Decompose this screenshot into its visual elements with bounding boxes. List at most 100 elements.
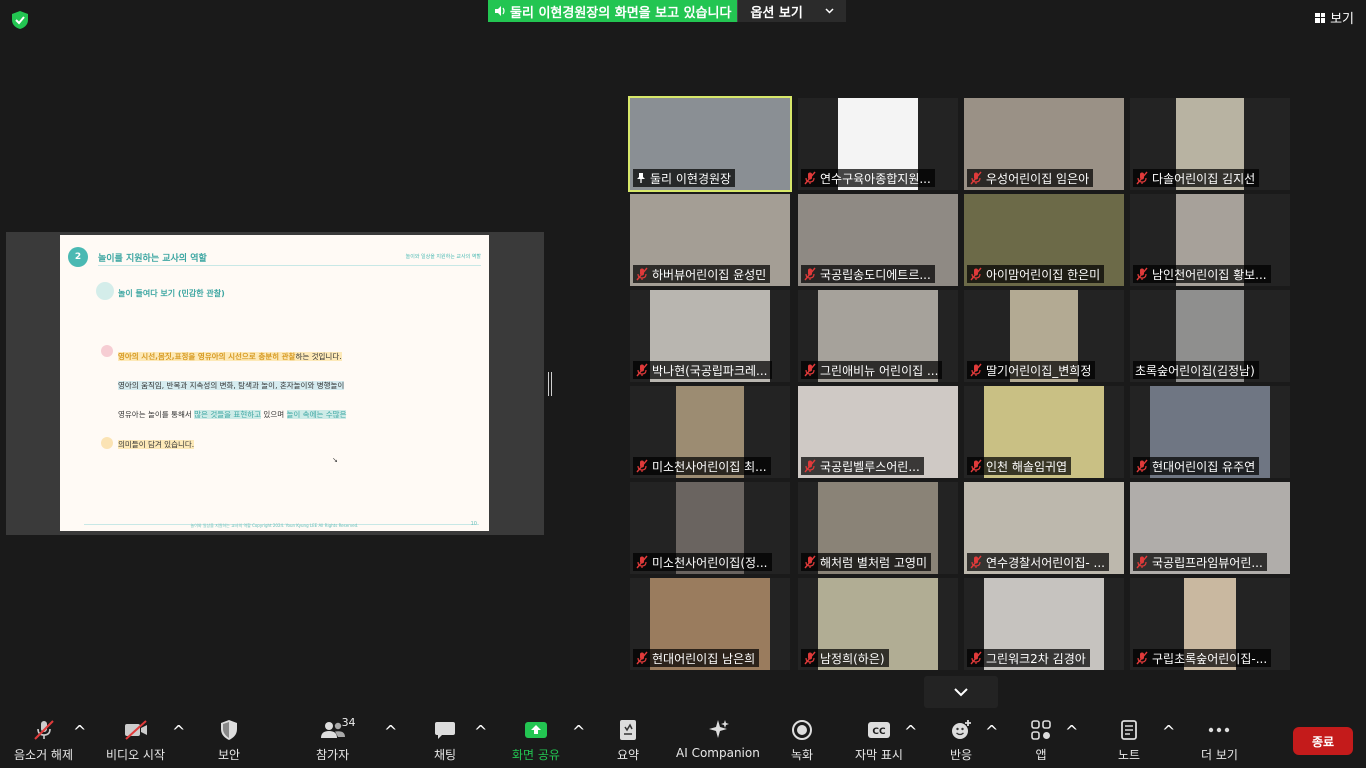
participant-tile[interactable]: 남정희(하은) [798, 578, 958, 670]
participant-name-tag: 미소천사어린이집(정... [633, 553, 772, 571]
participant-tile[interactable]: 국공립프라임뷰어린... [1130, 482, 1290, 574]
slide-header-right: 놀이와 일상을 지원하는 교사의 역할 [405, 254, 481, 260]
participant-name-tag: 딸기어린이집_변희정 [967, 361, 1096, 379]
mic-off-icon [636, 555, 648, 569]
mic-off-icon [804, 651, 816, 665]
more-icon [1209, 727, 1230, 733]
reactions-options-caret[interactable]: ^ [985, 722, 998, 741]
participants-button[interactable]: 34 참가자 [316, 716, 356, 763]
mic-off-icon [970, 459, 982, 473]
participant-name-tag: 국공립벨루스어린... [801, 457, 924, 475]
svg-text:CC: CC [872, 727, 886, 737]
view-button[interactable]: 보기 [1315, 8, 1354, 27]
participant-name-tag: 우성어린이집 임은아 [967, 169, 1094, 187]
participant-tile[interactable]: 그린애비뉴 어린이집 ... [798, 290, 958, 382]
ai-companion-label: AI Companion [676, 746, 760, 760]
notes-label: 노트 [1117, 748, 1141, 762]
participant-tile[interactable]: 현대어린이집 유주연 [1130, 386, 1290, 478]
ai-companion-button[interactable]: AI Companion [676, 718, 760, 760]
participant-name: 해처럼 별처럼 고영미 [820, 555, 927, 570]
participant-tile[interactable]: 연수구육아종합지원... [798, 98, 958, 190]
slide-line-1: 영아의 시선,몸짓,표정을 영유아의 시선으로 충분히 관찰하는 것입니다. [118, 351, 342, 362]
captions-button[interactable]: CC 자막 표시 [855, 718, 903, 763]
security-button[interactable]: 보안 [216, 718, 242, 763]
participant-tile[interactable]: 구립초록숲어린이집-... [1130, 578, 1290, 670]
participant-tile[interactable]: 우성어린이집 임은아 [964, 98, 1124, 190]
participant-tile[interactable]: 연수경찰서어린이집- ... [964, 482, 1124, 574]
participant-name: 다솔어린이집 김지선 [1152, 171, 1256, 186]
participant-tile[interactable]: 하버뷰어린이집 윤성민 [630, 194, 790, 286]
speaker-icon [495, 6, 505, 16]
shield-icon[interactable] [10, 10, 30, 30]
reactions-button[interactable]: 반응 [948, 718, 974, 763]
view-options-button[interactable]: 옵션 보기 [737, 0, 846, 22]
share-screen-button[interactable]: 화면 공유 [512, 718, 560, 763]
participant-name-tag: 현대어린이집 유주연 [1133, 457, 1260, 475]
participant-name: 구립초록숲어린이집-... [1152, 651, 1268, 666]
record-button[interactable]: 녹화 [789, 718, 815, 763]
text: 영아의 움직임, 반복과 지속성의 변화, 탐색과 놀이, 혼자놀이와 병행놀이 [118, 381, 345, 390]
share-options-caret[interactable]: ^ [572, 722, 585, 741]
participant-tile[interactable]: 남인천어린이집 황보... [1130, 194, 1290, 286]
participant-tile[interactable]: 현대어린이집 남은희 [630, 578, 790, 670]
captions-options-caret[interactable]: ^ [904, 722, 917, 741]
record-icon [792, 720, 812, 740]
participant-tile[interactable]: 미소천사어린이집 최... [630, 386, 790, 478]
zoom-meeting-window: 둘리 이현경원장의 화면을 보고 있습니다 옵션 보기 보기 2 놀이를 지원하… [0, 0, 1366, 768]
participant-tile[interactable]: 아이맘어린이집 한은미 [964, 194, 1124, 286]
participant-name: 그린워크2차 김경아 [986, 651, 1086, 666]
meeting-toolbar: 음소거 해제 ^ 비디오 시작 ^ 보안 34 참가자 ^ 채팅 ^ 화면 공유… [0, 712, 1366, 768]
share-screen-label: 화면 공유 [512, 748, 560, 762]
participant-tile[interactable]: 국공립벨루스어린... [798, 386, 958, 478]
summary-button[interactable]: 요약 [615, 718, 641, 763]
participant-tile[interactable]: 딸기어린이집_변희정 [964, 290, 1124, 382]
apps-button[interactable]: 앱 [1028, 718, 1054, 763]
mic-off-icon [1136, 555, 1148, 569]
security-label: 보안 [217, 748, 241, 762]
participant-tile[interactable]: 미소천사어린이집(정... [630, 482, 790, 574]
end-meeting-button[interactable]: 종료 [1293, 727, 1353, 755]
apps-options-caret[interactable]: ^ [1065, 722, 1078, 741]
more-button[interactable]: 더 보기 [1201, 718, 1238, 763]
highlight-text: 많은 것들을 표현하고 [194, 410, 262, 419]
participant-name-tag: 국공립송도디에트르... [801, 265, 935, 283]
participant-tile[interactable]: 그린워크2차 김경아 [964, 578, 1124, 670]
participant-tile[interactable]: 박나현(국공립파크레... [630, 290, 790, 382]
start-video-button[interactable]: 비디오 시작 [106, 718, 165, 763]
notes-icon [1121, 720, 1137, 740]
chat-button[interactable]: 채팅 [432, 718, 458, 763]
participant-tile[interactable]: 둘리 이현경원장 [628, 96, 792, 192]
shared-screen[interactable]: 2 놀이를 지원하는 교사의 역할 놀이와 일상을 지원하는 교사의 역할 놀이… [6, 232, 544, 535]
notes-options-caret[interactable]: ^ [1162, 722, 1175, 741]
participant-tile[interactable]: 국공립송도디에트르... [798, 194, 958, 286]
text: 의미들이 담겨 있습니다. [118, 440, 195, 449]
chat-options-caret[interactable]: ^ [474, 722, 487, 741]
unmute-button[interactable]: 음소거 해제 [14, 718, 73, 763]
notes-button[interactable]: 노트 [1116, 718, 1142, 763]
participant-name-tag: 남정희(하은) [801, 649, 889, 667]
participant-name-tag: 국공립프라임뷰어린... [1133, 553, 1267, 571]
participant-tile[interactable]: 다솔어린이집 김지선 [1130, 98, 1290, 190]
chevron-down-icon [825, 8, 834, 14]
chat-icon [435, 722, 455, 739]
slide-line-2: 영아의 움직임, 반복과 지속성의 변화, 탐색과 놀이, 혼자놀이와 병행놀이 [118, 380, 345, 391]
chevron-down-icon [954, 687, 968, 696]
participant-tile[interactable]: 초록숲어린이집(김정남) [1130, 290, 1290, 382]
participants-options-caret[interactable]: ^ [384, 722, 397, 741]
participant-name-tag: 박나현(국공립파크레... [633, 361, 772, 379]
participant-tile[interactable]: 인천 해솔임귀엽 [964, 386, 1124, 478]
participant-name-tag: 다솔어린이집 김지선 [1133, 169, 1260, 187]
participant-name: 우성어린이집 임은아 [986, 171, 1090, 186]
participant-tile[interactable]: 해처럼 별처럼 고영미 [798, 482, 958, 574]
participant-name-tag: 구립초록숲어린이집-... [1133, 649, 1272, 667]
participant-name: 국공립벨루스어린... [820, 459, 920, 474]
video-options-caret[interactable]: ^ [172, 722, 185, 741]
audio-options-caret[interactable]: ^ [73, 722, 86, 741]
participants-label: 참가자 [316, 748, 350, 762]
panel-splitter[interactable] [548, 372, 552, 396]
gallery-expand-button[interactable] [924, 676, 998, 708]
mic-off-icon [636, 651, 648, 665]
participant-name: 현대어린이집 남은희 [652, 651, 756, 666]
slide-line-3: 영유아는 놀이를 통해서 많은 것들을 표현하고 있으며 놀이 속에는 수많은 [118, 409, 347, 420]
highlight-text: 영아의 시선,몸짓,표정을 영유아의 시선으로 충분히 관찰 [118, 352, 296, 361]
